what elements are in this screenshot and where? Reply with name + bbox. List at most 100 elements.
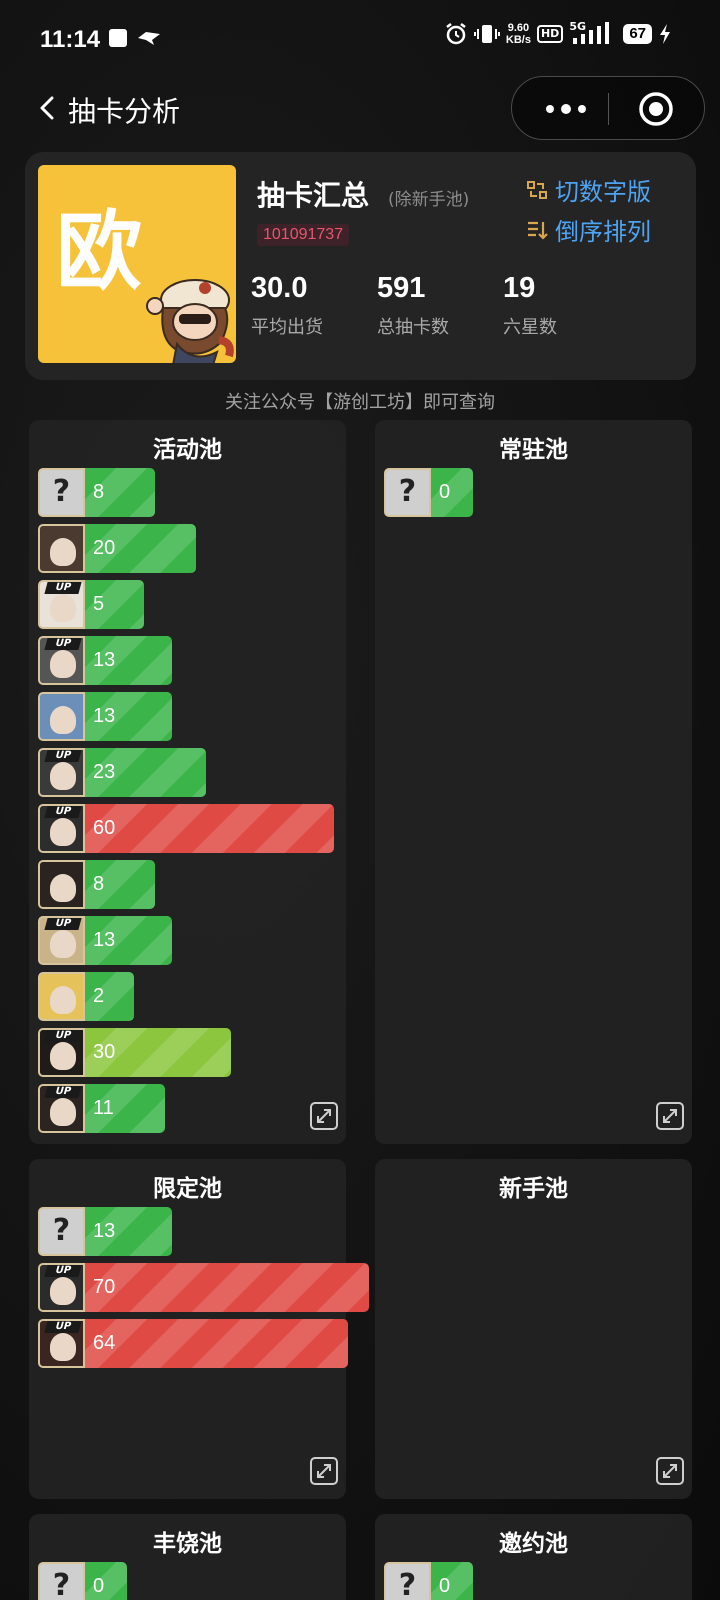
character-face [50, 594, 76, 622]
pull-count-bar: 60 [85, 804, 334, 853]
network-speed: 9.60 KB/s [505, 22, 531, 46]
pool-row[interactable]: 8 [38, 860, 334, 909]
pool-row[interactable]: ? 0 [38, 1562, 127, 1600]
summary-subtitle: (除新手池) [388, 190, 470, 210]
pool-invitation: 邀约池 ? 0 [375, 1514, 692, 1600]
summary-title: 抽卡汇总 [257, 179, 370, 212]
pool-row[interactable]: 13 [38, 692, 334, 741]
character-avatar [38, 972, 85, 1021]
question-mark-icon: ? [398, 1568, 417, 1600]
pull-count-bar: 0 [431, 1562, 473, 1600]
switch-digital-button[interactable]: 切数字版 [525, 172, 651, 207]
character-avatar: UP [38, 1319, 85, 1368]
character-avatar: UP [38, 748, 85, 797]
character-face [50, 538, 76, 566]
pool-event: 活动池 ? 8 20 UP 5 UP 13 13 UP 23 UP 60 8 UP 13 2 UP 30 UP 11 [29, 420, 346, 1144]
nav-bar: 抽卡分析 [0, 76, 720, 140]
pool-row[interactable]: UP 5 [38, 580, 334, 629]
signal-icon: 5G [569, 20, 617, 46]
close-target-icon[interactable] [638, 91, 674, 127]
expand-icon[interactable] [656, 1102, 684, 1130]
character-avatar: UP [38, 580, 85, 629]
pool-row[interactable]: UP 70 [38, 1263, 369, 1312]
pool-title: 丰饶池 [153, 1531, 222, 1557]
back-arrow-icon[interactable] [34, 94, 62, 122]
battery-indicator: 67 [623, 24, 652, 44]
pool-row[interactable]: ? 0 [384, 1562, 473, 1600]
page-title: 抽卡分析 [68, 95, 181, 128]
character-face [50, 762, 76, 790]
vibrate-icon [473, 25, 500, 43]
pool-row[interactable]: UP 64 [38, 1319, 369, 1368]
pull-count-bar: 0 [85, 1562, 127, 1600]
question-mark-icon: ? [52, 1568, 71, 1600]
switch-icon [527, 180, 547, 199]
unknown-character-avatar: ? [38, 1562, 85, 1600]
character-face [50, 706, 76, 734]
pull-count-bar: 13 [85, 636, 172, 685]
pool-title: 新手池 [499, 1176, 568, 1202]
stat-total: 591 总抽卡数 [377, 272, 449, 339]
pool-title: 活动池 [153, 437, 222, 463]
pool-title: 常驻池 [499, 437, 568, 463]
up-badge: UP [44, 806, 82, 818]
reverse-sort-button[interactable]: 倒序排列 [525, 212, 651, 247]
pull-count-bar: 5 [85, 580, 144, 629]
pool-row[interactable]: 2 [38, 972, 334, 1021]
pull-count-bar: 13 [85, 1207, 172, 1256]
question-mark-icon: ? [52, 1213, 71, 1248]
expand-icon[interactable] [310, 1457, 338, 1485]
pull-count-bar: 8 [85, 860, 155, 909]
stat-total-label: 总抽卡数 [377, 317, 449, 338]
unknown-character-avatar: ? [38, 1207, 85, 1256]
stat-avg-value: 30.0 [251, 272, 308, 304]
character-face [50, 818, 76, 846]
expand-icon[interactable] [310, 1102, 338, 1130]
status-time: 11:14 [40, 26, 101, 53]
pull-count-bar: 23 [85, 748, 206, 797]
pull-count-bar: 30 [85, 1028, 231, 1077]
character-avatar [38, 692, 85, 741]
pool-row[interactable]: UP 23 [38, 748, 334, 797]
character-face [50, 650, 76, 678]
up-badge: UP [44, 918, 82, 930]
pool-row[interactable]: UP 60 [38, 804, 334, 853]
pool-row[interactable]: ? 13 [38, 1207, 369, 1256]
pool-title: 邀约池 [499, 1531, 568, 1557]
unknown-character-avatar: ? [384, 468, 431, 517]
stat-six-star-label: 六星数 [503, 317, 557, 338]
pool-rows: ? 0 [38, 1562, 127, 1600]
more-dots-icon[interactable] [542, 97, 590, 121]
status-icons: 9.60 KB/s HD 5G 67 [444, 20, 672, 46]
pool-standard: 常驻池 ? 0 [375, 420, 692, 1144]
pool-title: 限定池 [153, 1176, 222, 1202]
pool-row[interactable]: ? 0 [384, 468, 473, 517]
character-avatar: UP [38, 1263, 85, 1312]
pool-row[interactable]: UP 30 [38, 1028, 334, 1077]
pool-row[interactable]: ? 8 [38, 468, 334, 517]
pool-rows: ? 8 20 UP 5 UP 13 13 UP 23 UP 60 8 UP 13 2 UP 30 UP 11 [38, 468, 334, 1140]
character-avatar [38, 860, 85, 909]
pool-row[interactable]: UP 13 [38, 636, 334, 685]
charging-icon [660, 24, 670, 44]
up-badge: UP [44, 638, 82, 650]
pool-row[interactable]: UP 11 [38, 1084, 334, 1133]
up-badge: UP [44, 1265, 82, 1277]
pull-count-bar: 11 [85, 1084, 165, 1133]
stat-avg-label: 平均出货 [251, 317, 323, 338]
character-avatar [38, 524, 85, 573]
pull-count-bar: 2 [85, 972, 134, 1021]
stat-six-star-value: 19 [503, 272, 536, 304]
pool-newbie: 新手池 [375, 1159, 692, 1499]
expand-icon[interactable] [656, 1457, 684, 1485]
pull-count-bar: 13 [85, 692, 172, 741]
sort-icon [528, 221, 548, 240]
pool-row[interactable]: 20 [38, 524, 334, 573]
character-face [50, 874, 76, 902]
pool-rows: ? 0 [384, 468, 473, 524]
question-mark-icon: ? [52, 474, 71, 509]
stat-six-star: 19 六星数 [503, 272, 557, 339]
pool-row[interactable]: UP 13 [38, 916, 334, 965]
question-mark-icon: ? [398, 474, 417, 509]
up-badge: UP [44, 582, 82, 594]
